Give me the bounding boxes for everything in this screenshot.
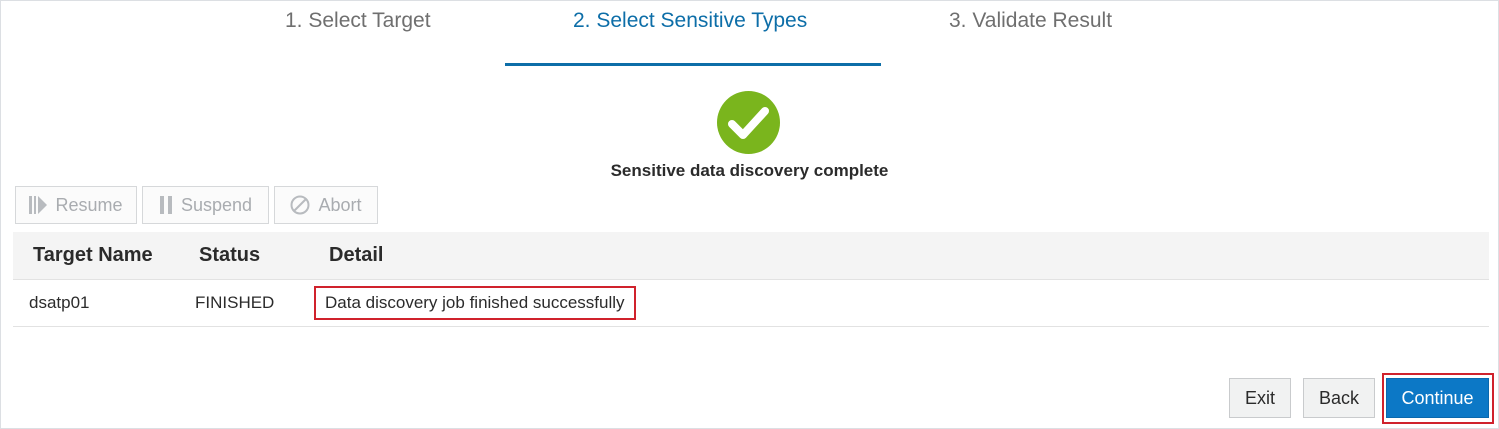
cell-detail: Data discovery job finished successfully bbox=[314, 286, 636, 320]
wizard-dialog: 1. Select Target 2. Select Sensitive Typ… bbox=[0, 0, 1499, 429]
column-status[interactable]: Status bbox=[199, 244, 260, 267]
abort-label: Abort bbox=[318, 194, 362, 215]
abort-button[interactable]: Abort bbox=[274, 186, 378, 224]
wizard-steps: 1. Select Target 2. Select Sensitive Typ… bbox=[1, 1, 1498, 67]
cell-target-name: dsatp01 bbox=[29, 293, 90, 312]
suspend-button[interactable]: Suspend bbox=[142, 186, 269, 224]
step-select-target[interactable]: 1. Select Target bbox=[285, 9, 431, 33]
status-message: Sensitive data discovery complete bbox=[610, 161, 889, 180]
continue-button[interactable]: Continue bbox=[1386, 378, 1489, 418]
table-row[interactable]: dsatp01 FINISHED Data discovery job fini… bbox=[13, 280, 1489, 327]
column-target-name[interactable]: Target Name bbox=[33, 244, 153, 267]
back-button[interactable]: Back bbox=[1303, 378, 1375, 418]
resume-icon bbox=[29, 195, 48, 215]
cell-status: FINISHED bbox=[195, 293, 275, 312]
abort-icon bbox=[290, 195, 310, 215]
checkmark-circle-icon bbox=[717, 91, 780, 154]
pause-icon bbox=[159, 195, 173, 215]
step-select-sensitive-types[interactable]: 2. Select Sensitive Types bbox=[573, 9, 807, 33]
active-step-indicator bbox=[505, 63, 881, 66]
exit-button[interactable]: Exit bbox=[1229, 378, 1291, 418]
suspend-label: Suspend bbox=[180, 194, 253, 215]
resume-button[interactable]: Resume bbox=[15, 186, 137, 224]
column-detail[interactable]: Detail bbox=[329, 244, 383, 267]
resume-label: Resume bbox=[55, 194, 123, 215]
results-table: Target Name Status Detail dsatp01 FINISH… bbox=[13, 232, 1489, 327]
table-header: Target Name Status Detail bbox=[13, 232, 1489, 280]
step-validate-result[interactable]: 3. Validate Result bbox=[949, 9, 1112, 33]
